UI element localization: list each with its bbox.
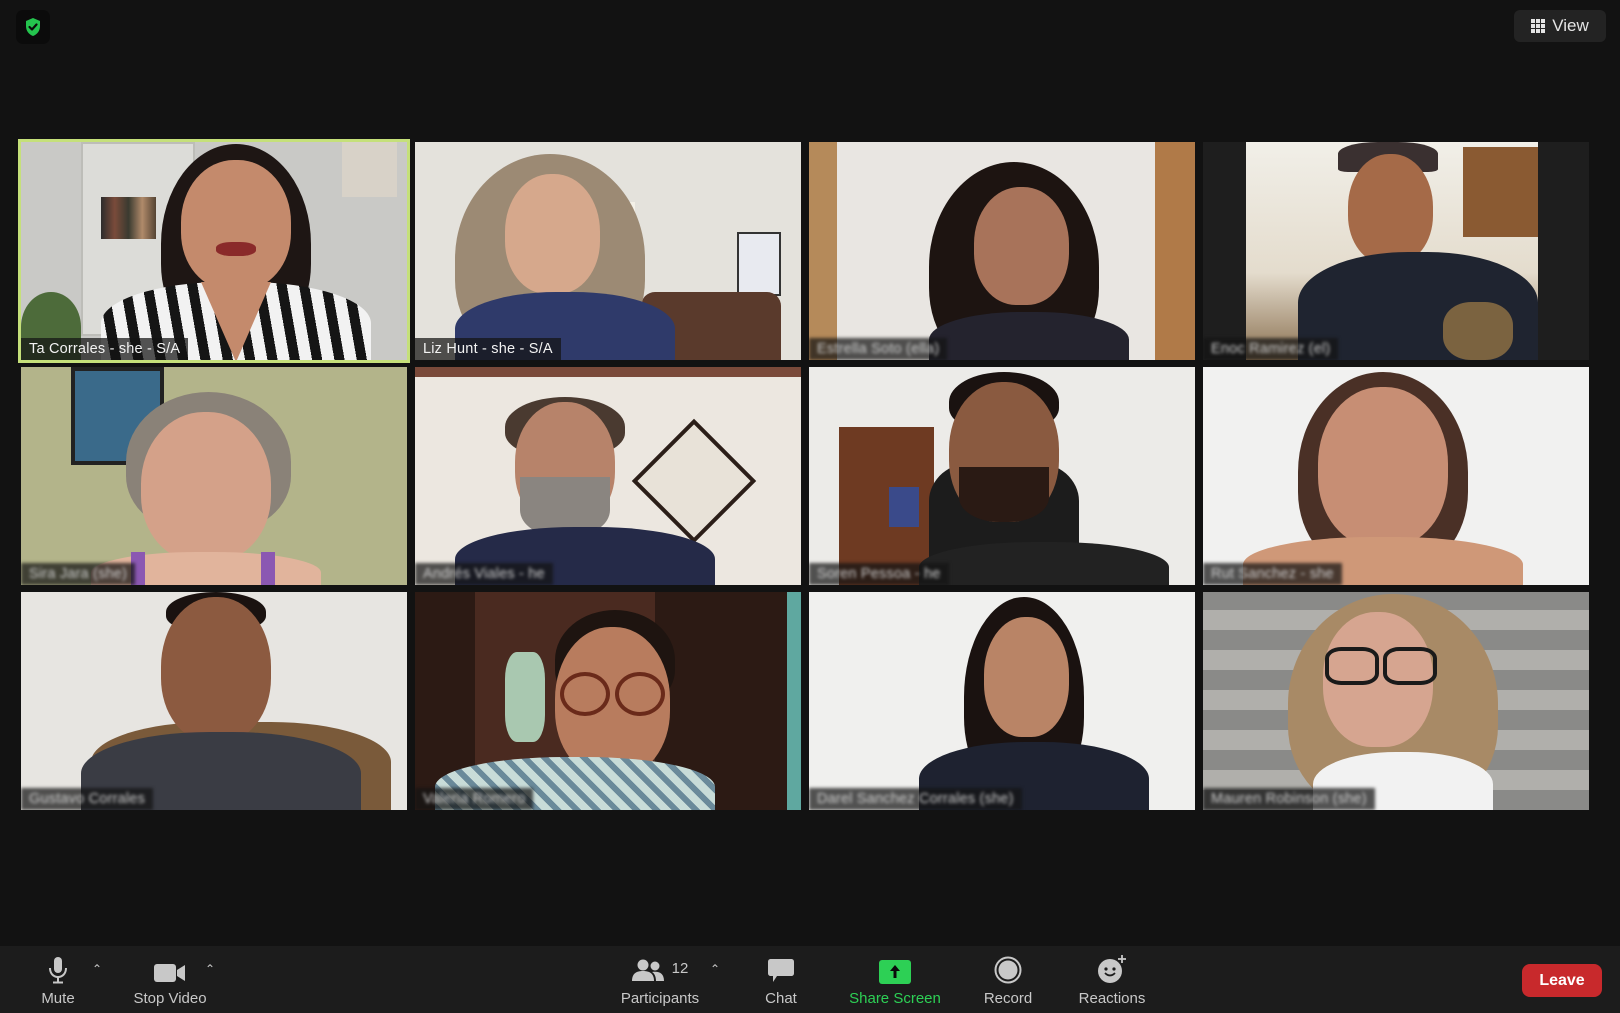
- video-tile[interactable]: Ta Corrales - she - S/A: [18, 139, 410, 363]
- leave-button[interactable]: Leave: [1522, 964, 1602, 997]
- participant-name: Valeria Romero: [415, 788, 534, 810]
- audio-options-caret[interactable]: ⌃: [92, 962, 102, 976]
- record-label: Record: [983, 990, 1033, 1007]
- video-feed: [415, 142, 801, 360]
- video-options-caret[interactable]: ⌃: [205, 962, 215, 976]
- video-tile[interactable]: Darel Sanchez Corrales (she): [809, 592, 1195, 810]
- smiley-plus-icon: [1098, 955, 1126, 983]
- participants-options-caret[interactable]: ⌃: [710, 962, 720, 976]
- video-feed: [809, 142, 1195, 360]
- people-icon: [631, 959, 664, 981]
- participant-name: Enoc Ramirez (el): [1203, 338, 1339, 360]
- video-tile[interactable]: Rut Sanchez - she: [1203, 367, 1589, 585]
- participant-name: Ta Corrales - she - S/A: [21, 338, 189, 360]
- video-feed: [809, 592, 1195, 810]
- participants-label: Participants: [620, 990, 700, 1007]
- participant-name: Mauren Robinson (she): [1203, 788, 1375, 810]
- mute-button[interactable]: Mute: [28, 946, 88, 1013]
- video-tile[interactable]: Estrella Soto (ella): [809, 142, 1195, 360]
- security-shield-button[interactable]: [16, 10, 50, 44]
- chat-button[interactable]: Chat: [756, 946, 806, 1013]
- video-feed: [415, 367, 801, 585]
- video-feed: [1203, 142, 1589, 360]
- shield-check-icon: [26, 18, 40, 36]
- video-tile[interactable]: Andrés Viales - he: [415, 367, 801, 585]
- meeting-toolbar: Mute ⌃ Stop Video ⌃ 12 Participants ⌃ Ch…: [0, 946, 1620, 1013]
- stop-video-button[interactable]: Stop Video: [124, 946, 216, 1013]
- participant-name: Estrella Soto (ella): [809, 338, 948, 360]
- participant-name: Rut Sanchez - she: [1203, 563, 1342, 585]
- reactions-button[interactable]: Reactions: [1076, 946, 1148, 1013]
- participant-name: Darel Sanchez Corrales (she): [809, 788, 1022, 810]
- video-tile[interactable]: Valeria Romero: [415, 592, 801, 810]
- chat-label: Chat: [765, 990, 797, 1007]
- video-feed: [21, 367, 407, 585]
- video-feed: [21, 142, 407, 360]
- video-tile[interactable]: Soren Pessoa - he: [809, 367, 1195, 585]
- video-feed: [415, 592, 801, 810]
- video-tile[interactable]: Gustavo Corrales: [21, 592, 407, 810]
- share-screen-button[interactable]: Share Screen: [844, 946, 946, 1013]
- video-camera-icon: [154, 964, 185, 982]
- share-screen-label: Share Screen: [849, 990, 941, 1007]
- participant-count: 12: [671, 960, 689, 977]
- chat-bubble-icon: [768, 959, 794, 982]
- video-feed: [21, 592, 407, 810]
- record-icon: [994, 956, 1022, 984]
- participant-name: Liz Hunt - she - S/A: [415, 338, 561, 360]
- stop-video-label: Stop Video: [133, 990, 207, 1007]
- participants-button[interactable]: 12 Participants: [614, 946, 706, 1013]
- video-tile[interactable]: Sira Jara (she): [21, 367, 407, 585]
- share-arrow-icon: [879, 960, 911, 984]
- video-feed: [1203, 592, 1589, 810]
- video-tile[interactable]: Liz Hunt - she - S/A: [415, 142, 801, 360]
- video-gallery: Ta Corrales - she - S/A Liz Hunt - she -…: [18, 139, 1589, 810]
- reactions-label: Reactions: [1078, 990, 1146, 1007]
- record-button[interactable]: Record: [980, 946, 1036, 1013]
- mute-label: Mute: [41, 990, 75, 1007]
- participant-name: Andrés Viales - he: [415, 563, 553, 585]
- view-label: View: [1552, 16, 1589, 35]
- microphone-icon: [49, 957, 67, 984]
- video-feed: [809, 367, 1195, 585]
- participant-name: Soren Pessoa - he: [809, 563, 949, 585]
- participant-name: Sira Jara (she): [21, 563, 136, 585]
- grid-icon: [1531, 19, 1546, 33]
- video-tile[interactable]: Enoc Ramirez (el): [1203, 142, 1589, 360]
- video-tile[interactable]: Mauren Robinson (she): [1203, 592, 1589, 810]
- participant-name: Gustavo Corrales: [21, 788, 154, 810]
- video-feed: [1203, 367, 1589, 585]
- view-button[interactable]: View: [1514, 10, 1606, 42]
